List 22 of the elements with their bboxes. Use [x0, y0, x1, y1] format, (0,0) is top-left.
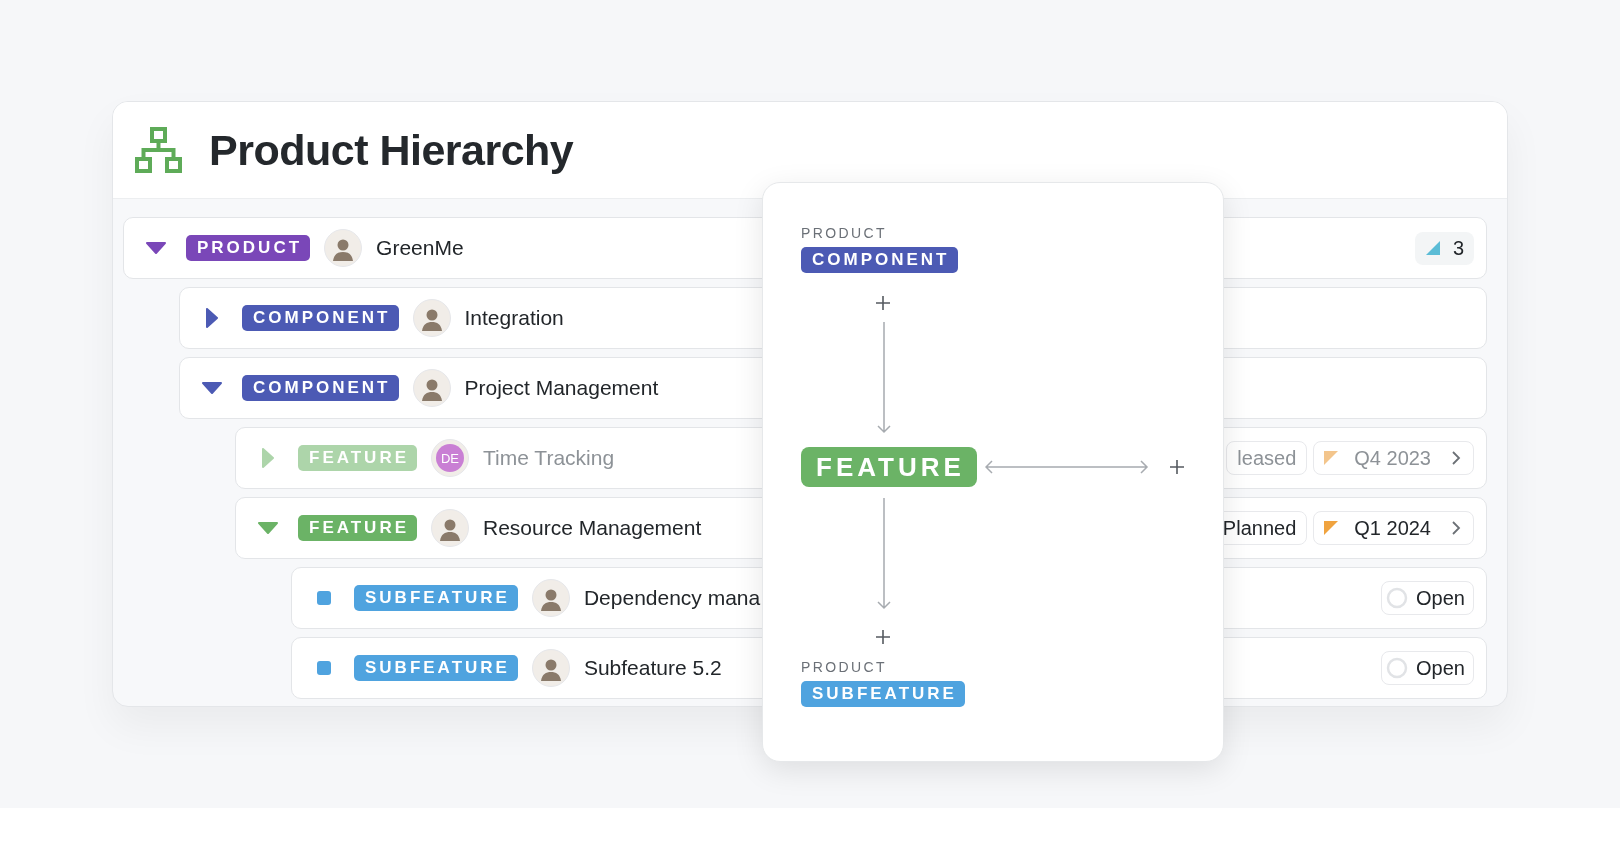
type-badge: FEATURE	[298, 515, 417, 541]
row-title: GreenMe	[376, 236, 464, 260]
count-badge: 3	[1414, 231, 1474, 265]
level-label: PRODUCT	[801, 659, 888, 675]
type-badge: COMPONENT	[242, 305, 399, 331]
initials-avatar: DE	[431, 439, 469, 477]
type-badge: COMPONENT	[801, 247, 958, 273]
type-badge: SUBFEATURE	[354, 585, 518, 611]
type-badge: SUBFEATURE	[801, 681, 965, 707]
type-badge: COMPONENT	[242, 375, 399, 401]
row-title: Project Management	[464, 376, 659, 400]
type-badge: PRODUCT	[186, 235, 311, 261]
page-title: Product Hierarchy	[209, 125, 574, 175]
row-title: Integration	[464, 306, 564, 330]
level-label: PRODUCT	[801, 225, 888, 241]
row-title: Resource Management	[483, 516, 702, 540]
type-badge: SUBFEATURE	[354, 655, 518, 681]
row-title: Time Tracking	[483, 446, 615, 470]
row-title: Dependency mana	[583, 586, 761, 610]
type-badge: FEATURE	[298, 445, 417, 471]
type-badge: FEATURE	[801, 447, 977, 487]
row-title: Subfeature 5.2	[583, 656, 722, 680]
